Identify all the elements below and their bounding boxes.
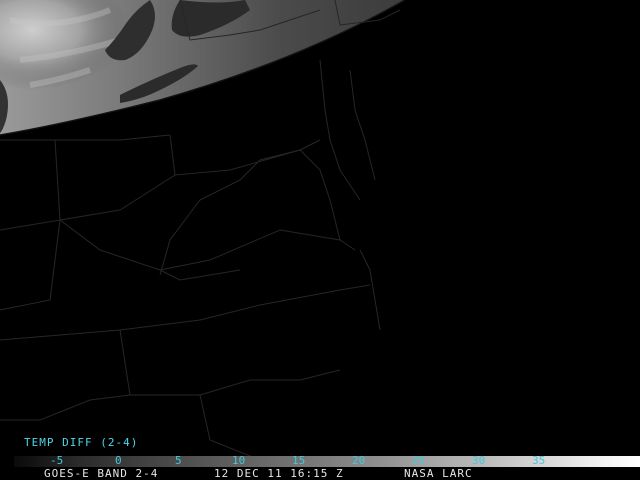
legend-title: TEMP DIFF (2-4) (24, 436, 139, 449)
legend-tick: 30 (472, 454, 486, 467)
satellite-image-frame: TEMP DIFF (2-4) -5 0 5 10 15 20 25 30 35… (0, 0, 640, 480)
datetime-label: 12 DEC 11 16:15 Z (214, 467, 344, 480)
legend-tick: 5 (175, 454, 182, 467)
legend-tick: 25 (412, 454, 426, 467)
color-scale-bar (14, 456, 640, 467)
legend-tick: 35 (532, 454, 546, 467)
legend-tick: 0 (115, 454, 122, 467)
satellite-label: GOES-E BAND 2-4 (44, 467, 159, 480)
legend-tick: -5 (50, 454, 64, 467)
source-label: NASA LARC (404, 467, 473, 480)
legend-tick: 20 (352, 454, 366, 467)
satellite-map (0, 0, 406, 480)
legend-tick: 15 (292, 454, 306, 467)
legend-tick: 10 (232, 454, 246, 467)
